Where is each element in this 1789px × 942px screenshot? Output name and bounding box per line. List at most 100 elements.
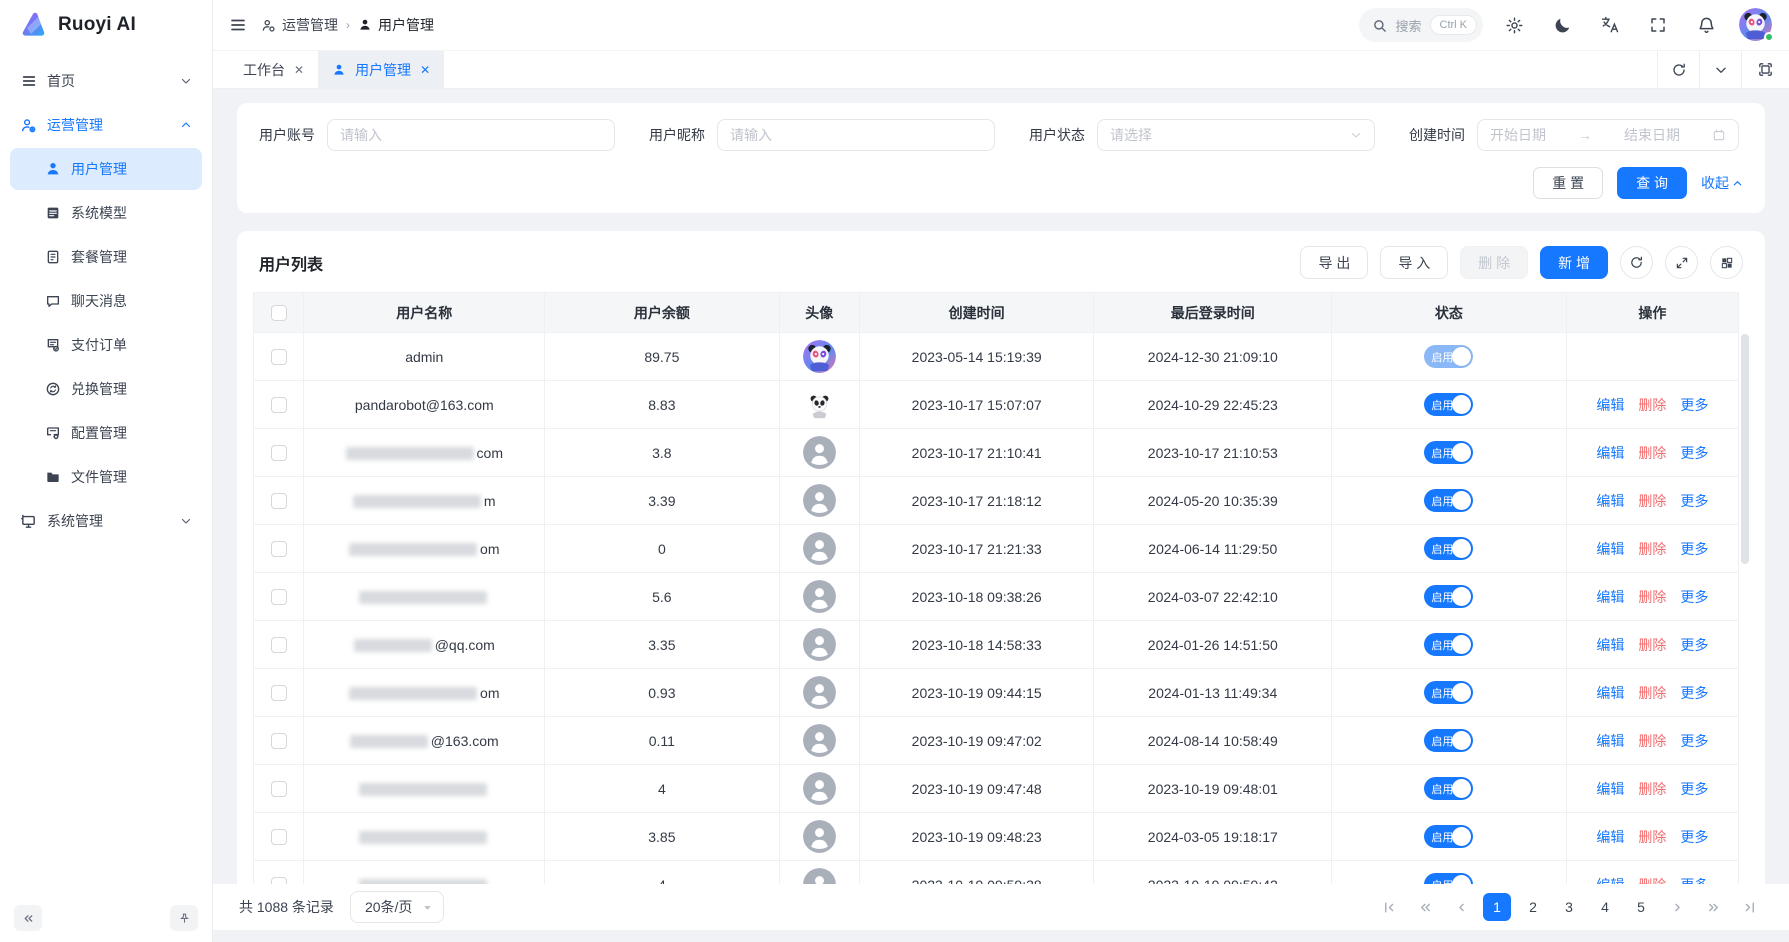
delete-link[interactable]: 删除 (1638, 397, 1666, 413)
status-toggle[interactable]: 启用 (1424, 537, 1473, 560)
more-link[interactable]: 更多 (1680, 637, 1708, 653)
page-number-4[interactable]: 4 (1591, 893, 1619, 921)
more-link[interactable]: 更多 (1680, 877, 1708, 885)
row-checkbox[interactable] (271, 445, 287, 461)
tab-user-management[interactable]: 用户管理 ✕ (318, 51, 444, 88)
more-link[interactable]: 更多 (1680, 541, 1708, 557)
page-number-3[interactable]: 3 (1555, 893, 1583, 921)
account-input[interactable]: 请输入 (327, 119, 615, 151)
more-link[interactable]: 更多 (1680, 829, 1708, 845)
dark-mode-moon-icon[interactable] (1545, 8, 1579, 42)
edit-link[interactable]: 编辑 (1596, 877, 1624, 885)
sidebar-item-1[interactable]: 系统模型 (10, 192, 202, 234)
sidebar-item-0[interactable]: 用户管理 (10, 148, 202, 190)
delete-link[interactable]: 删除 (1638, 781, 1666, 797)
page-number-5[interactable]: 5 (1627, 893, 1655, 921)
edit-link[interactable]: 编辑 (1596, 685, 1624, 701)
first-page-icon[interactable] (1375, 893, 1403, 921)
status-toggle[interactable]: 启用 (1424, 777, 1473, 800)
global-search[interactable]: 搜索 Ctrl K (1359, 8, 1483, 42)
status-select[interactable]: 请选择 (1097, 119, 1375, 151)
settings-gear-icon[interactable] (1497, 8, 1531, 42)
more-link[interactable]: 更多 (1680, 589, 1708, 605)
delete-link[interactable]: 删除 (1638, 685, 1666, 701)
row-checkbox[interactable] (271, 733, 287, 749)
page-number-2[interactable]: 2 (1519, 893, 1547, 921)
sidebar-item-system[interactable]: 系统管理 (10, 500, 202, 542)
status-toggle[interactable]: 启用 (1424, 681, 1473, 704)
sidebar-item-4[interactable]: 支付订单 (10, 324, 202, 366)
column-settings-icon[interactable] (1710, 246, 1743, 279)
status-toggle[interactable]: 启用 (1424, 345, 1473, 368)
sidebar-item-2[interactable]: 套餐管理 (10, 236, 202, 278)
back-fast-icon[interactable] (1411, 893, 1439, 921)
date-range-input[interactable]: 开始日期 → 结束日期 (1477, 119, 1739, 151)
row-checkbox[interactable] (271, 397, 287, 413)
refresh-icon[interactable] (1657, 51, 1699, 88)
edit-link[interactable]: 编辑 (1596, 589, 1624, 605)
breadcrumb-item-users[interactable]: 用户管理 (358, 15, 434, 35)
table-scrollbar[interactable] (1741, 334, 1749, 564)
collapse-filters-link[interactable]: 收起 (1701, 173, 1743, 193)
prev-page-icon[interactable] (1447, 893, 1475, 921)
table-refresh-icon[interactable] (1620, 246, 1653, 279)
status-toggle[interactable]: 启用 (1424, 873, 1473, 884)
status-toggle[interactable]: 启用 (1424, 393, 1473, 416)
edit-link[interactable]: 编辑 (1596, 781, 1624, 797)
edit-link[interactable]: 编辑 (1596, 541, 1624, 557)
forward-fast-icon[interactable] (1699, 893, 1727, 921)
row-checkbox[interactable] (271, 685, 287, 701)
edit-link[interactable]: 编辑 (1596, 445, 1624, 461)
hamburger-icon[interactable] (229, 16, 247, 34)
notification-bell-icon[interactable] (1689, 8, 1723, 42)
delete-link[interactable]: 删除 (1638, 541, 1666, 557)
edit-link[interactable]: 编辑 (1596, 733, 1624, 749)
sidebar-item-3[interactable]: 聊天消息 (10, 280, 202, 322)
pin-icon[interactable] (170, 905, 198, 931)
row-checkbox[interactable] (271, 349, 287, 365)
status-toggle[interactable]: 启用 (1424, 489, 1473, 512)
page-size-select[interactable]: 20条/页 (350, 891, 444, 923)
close-icon[interactable]: ✕ (294, 63, 304, 77)
more-link[interactable]: 更多 (1680, 397, 1708, 413)
delete-link[interactable]: 删除 (1638, 445, 1666, 461)
breadcrumb-item-operations[interactable]: 运营管理 (261, 15, 338, 35)
tab-workbench[interactable]: 工作台 ✕ (229, 51, 318, 88)
status-toggle[interactable]: 启用 (1424, 633, 1473, 656)
brand-logo[interactable]: Ruoyi AI (0, 0, 212, 50)
search-button[interactable]: 查 询 (1617, 167, 1687, 199)
row-checkbox[interactable] (271, 493, 287, 509)
select-all-checkbox[interactable] (271, 305, 287, 321)
delete-link[interactable]: 删除 (1638, 493, 1666, 509)
more-link[interactable]: 更多 (1680, 445, 1708, 461)
delete-link[interactable]: 删除 (1638, 637, 1666, 653)
edit-link[interactable]: 编辑 (1596, 829, 1624, 845)
status-toggle[interactable]: 启用 (1424, 585, 1473, 608)
sidebar-item-operations[interactable]: 运营管理 (10, 104, 202, 146)
sidebar-item-5[interactable]: 兑换管理 (10, 368, 202, 410)
row-checkbox[interactable] (271, 829, 287, 845)
nickname-input[interactable]: 请输入 (717, 119, 995, 151)
content-fullscreen-icon[interactable] (1741, 51, 1789, 88)
page-number-1[interactable]: 1 (1483, 893, 1511, 921)
edit-link[interactable]: 编辑 (1596, 637, 1624, 653)
row-checkbox[interactable] (271, 637, 287, 653)
sidebar-item-home[interactable]: 首页 (10, 60, 202, 102)
sidebar-item-7[interactable]: 文件管理 (10, 456, 202, 498)
import-button[interactable]: 导 入 (1380, 246, 1448, 279)
sidebar-collapse-button[interactable] (14, 905, 42, 931)
delete-button[interactable]: 删 除 (1460, 246, 1528, 279)
user-avatar[interactable] (1739, 8, 1773, 42)
last-page-icon[interactable] (1735, 893, 1763, 921)
reset-button[interactable]: 重 置 (1533, 167, 1603, 199)
status-toggle[interactable]: 启用 (1424, 441, 1473, 464)
fullscreen-icon[interactable] (1641, 8, 1675, 42)
close-icon[interactable]: ✕ (420, 63, 430, 77)
add-button[interactable]: 新 增 (1540, 246, 1608, 279)
next-page-icon[interactable] (1663, 893, 1691, 921)
table-fullscreen-icon[interactable] (1665, 246, 1698, 279)
chevron-down-icon[interactable] (1699, 51, 1741, 88)
status-toggle[interactable]: 启用 (1424, 729, 1473, 752)
more-link[interactable]: 更多 (1680, 493, 1708, 509)
delete-link[interactable]: 删除 (1638, 589, 1666, 605)
